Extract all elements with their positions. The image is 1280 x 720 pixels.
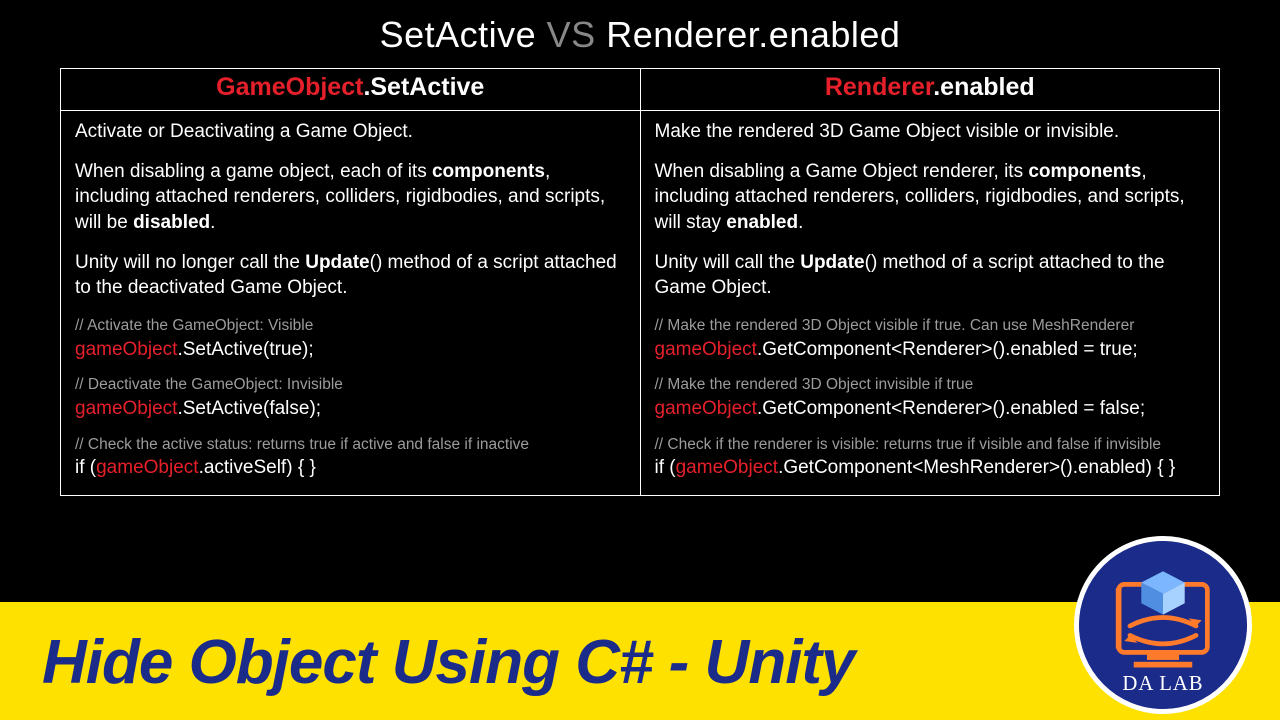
comparison-table: GameObject.SetActive Renderer.enabled Ac… [60,68,1220,496]
logo-text: DA LAB [1122,673,1203,695]
left-cell: Activate or Deactivating a Game Object. … [61,111,641,496]
logo-icon: DA LAB [1079,541,1247,709]
right-code-3: // Check if the renderer is visible: ret… [655,434,1206,481]
left-p1: Activate or Deactivating a Game Object. [75,119,626,145]
title-vs: VS [547,14,596,55]
title-b: Renderer.enabled [606,14,900,55]
left-code-2: // Deactivate the GameObject: Invisible … [75,374,626,421]
left-p3: Unity will no longer call the Update() m… [75,250,626,301]
col-header-left: GameObject.SetActive [61,69,641,111]
left-code-1: // Activate the GameObject: Visible game… [75,315,626,362]
left-p2: When disabling a game object, each of it… [75,159,626,236]
right-cell: Make the rendered 3D Game Object visible… [640,111,1220,496]
right-code-2: // Make the rendered 3D Object invisible… [655,374,1206,421]
logo-badge: DA LAB [1074,536,1252,714]
right-p3: Unity will call the Update() method of a… [655,250,1206,301]
banner-text: Hide Object Using C# - Unity [42,632,855,694]
right-code-1: // Make the rendered 3D Object visible i… [655,315,1206,362]
title-a: SetActive [380,14,537,55]
right-p1: Make the rendered 3D Game Object visible… [655,119,1206,145]
col-header-right: Renderer.enabled [640,69,1220,111]
right-p2: When disabling a Game Object renderer, i… [655,159,1206,236]
left-code-3: // Check the active status: returns true… [75,434,626,481]
slide-title: SetActive VS Renderer.enabled [60,14,1220,56]
